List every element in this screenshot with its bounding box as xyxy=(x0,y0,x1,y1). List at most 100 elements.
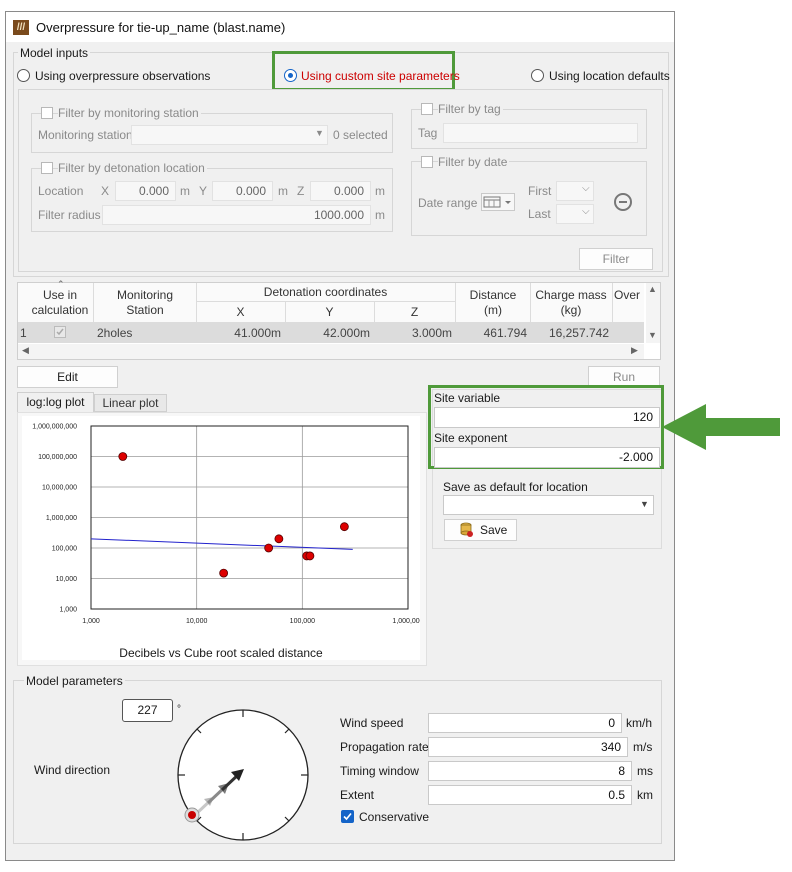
date-range-label: Date range xyxy=(418,196,478,210)
chevron-down-icon: ⌵ xyxy=(582,183,590,194)
scroll-right-icon[interactable]: ▶ xyxy=(631,345,638,356)
col-monitoring-station[interactable]: Monitoring Station xyxy=(100,288,190,318)
data-point xyxy=(305,551,315,561)
extent-field[interactable]: 0.5 xyxy=(428,785,632,805)
propagation-rate-field[interactable]: 340 xyxy=(428,737,628,757)
wind-direction-dial[interactable] xyxy=(170,700,320,850)
col-use-in-calculation[interactable]: Use in calculation xyxy=(30,288,90,318)
chevron-down-icon: ▼ xyxy=(640,499,649,509)
col-over[interactable]: Over xyxy=(614,288,644,302)
chevron-down-icon: ▼ xyxy=(315,128,324,138)
x-tick-label: 1,000 xyxy=(82,618,100,625)
filter-station-checkbox[interactable] xyxy=(41,107,53,119)
monitoring-station-label: Monitoring station xyxy=(38,128,133,142)
location-y-field[interactable]: 0.000 xyxy=(212,181,273,201)
model-parameters-label: Model parameters xyxy=(24,674,125,688)
app-icon: /// xyxy=(13,20,29,35)
wind-speed-field[interactable]: 0 xyxy=(428,713,622,733)
data-point xyxy=(118,452,128,461)
data-point xyxy=(274,534,284,544)
timing-window-field[interactable]: 8 xyxy=(428,761,632,781)
location-z-field[interactable]: 0.000 xyxy=(310,181,371,201)
site-variable-field[interactable]: 120 xyxy=(434,407,660,428)
x-unit: m xyxy=(180,184,190,198)
col-distance[interactable]: Distance (m) xyxy=(460,288,526,318)
date-range-picker[interactable] xyxy=(481,193,515,211)
extent-unit: km xyxy=(637,788,653,802)
wind-direction-label: Wind direction xyxy=(34,763,111,777)
radio-custom-site-parameters[interactable] xyxy=(284,69,297,82)
tab-log-log-plot-label: log:log plot xyxy=(26,395,85,409)
tag-field[interactable] xyxy=(443,123,638,143)
y-unit: m xyxy=(278,184,288,198)
checkmark-icon xyxy=(343,812,352,821)
calendar-icon xyxy=(483,196,511,208)
filter-location-checkbox[interactable] xyxy=(41,162,53,174)
row-z: 3.000m xyxy=(411,326,452,340)
timing-window-unit: ms xyxy=(637,764,653,778)
monitoring-station-select[interactable] xyxy=(131,125,328,145)
radio-location-defaults[interactable] xyxy=(531,69,544,82)
row-y: 42.000m xyxy=(323,326,370,340)
extent-label: Extent xyxy=(340,788,375,802)
y-tick-label: 100,000 xyxy=(52,546,77,553)
data-point xyxy=(219,568,229,578)
conservative-checkbox[interactable] xyxy=(341,810,354,823)
site-variable-label: Site variable xyxy=(434,391,501,405)
x-tick-label: 1,000,000 xyxy=(392,618,420,625)
table-horizontal-scrollbar[interactable] xyxy=(18,344,644,359)
y-tick-label: 10,000 xyxy=(56,576,78,583)
save-default-label: Save as default for location xyxy=(443,480,588,494)
filter-button[interactable]: Filter xyxy=(579,248,653,270)
col-charge-mass[interactable]: Charge mass (kg) xyxy=(533,288,609,318)
station-selected-count: 0 selected xyxy=(333,128,388,142)
remove-date-icon[interactable] xyxy=(614,193,632,211)
save-button[interactable]: Save xyxy=(444,519,517,541)
scroll-up-icon[interactable]: ▲ xyxy=(648,284,657,294)
propagation-rate-label: Propagation rate xyxy=(340,740,429,754)
edit-observations-button[interactable]: Edit observations... xyxy=(17,366,118,404)
filter-tag-checkbox[interactable] xyxy=(421,103,433,115)
site-exponent-field[interactable]: -2.000 xyxy=(434,447,660,468)
save-default-location-select[interactable] xyxy=(443,495,654,515)
scroll-left-icon[interactable]: ◀ xyxy=(22,345,29,356)
location-label: Location xyxy=(38,184,84,198)
filter-radius-label: Filter radius xyxy=(38,208,101,222)
filter-date-label: Filter by date xyxy=(438,155,510,169)
site-exponent-label: Site exponent xyxy=(434,431,508,445)
tab-linear-plot-label: Linear plot xyxy=(102,396,159,410)
timing-window-label: Timing window xyxy=(340,764,419,778)
x-label: X xyxy=(101,184,110,198)
filter-location-label: Filter by detonation location xyxy=(58,161,207,175)
filter-date-checkbox[interactable] xyxy=(421,156,433,168)
radio-custom-site-parameters-label[interactable]: Using custom site parameters xyxy=(301,69,460,83)
z-unit: m xyxy=(375,184,385,198)
filter-station-label: Filter by monitoring station xyxy=(58,106,201,120)
propagation-rate-unit: m/s xyxy=(633,740,653,754)
y-label: Y xyxy=(199,184,208,198)
window-title: Overpressure for tie-up_name (blast.name… xyxy=(36,20,286,35)
save-button-label: Save xyxy=(480,523,508,537)
y-tick-label: 1,000 xyxy=(59,607,77,614)
filter-radius-field[interactable]: 1000.000 xyxy=(102,205,371,225)
y-tick-label: 1,000,000 xyxy=(46,515,77,522)
y-tick-label: 10,000,000 xyxy=(42,485,77,492)
col-y[interactable]: Y xyxy=(285,305,374,319)
last-label: Last xyxy=(528,207,551,221)
wind-direction-field[interactable]: 227 xyxy=(122,699,173,722)
filter-tag-label: Filter by tag xyxy=(438,102,503,116)
radius-unit: m xyxy=(375,208,385,222)
y-tick-label: 100,000,000 xyxy=(38,454,77,461)
radio-overpressure-observations[interactable] xyxy=(17,69,30,82)
database-save-icon xyxy=(460,522,473,537)
col-x[interactable]: X xyxy=(196,305,285,319)
location-x-field[interactable]: 0.000 xyxy=(115,181,176,201)
use-in-calculation-checkbox[interactable] xyxy=(54,326,66,338)
radio-location-defaults-label[interactable]: Using location defaults xyxy=(549,69,670,83)
conservative-label[interactable]: Conservative xyxy=(359,810,429,824)
col-z[interactable]: Z xyxy=(374,305,455,319)
radio-overpressure-observations-label[interactable]: Using overpressure observations xyxy=(35,69,210,83)
arrow-left-icon xyxy=(662,404,780,450)
scroll-down-icon[interactable]: ▼ xyxy=(648,330,657,340)
z-label: Z xyxy=(297,184,305,198)
